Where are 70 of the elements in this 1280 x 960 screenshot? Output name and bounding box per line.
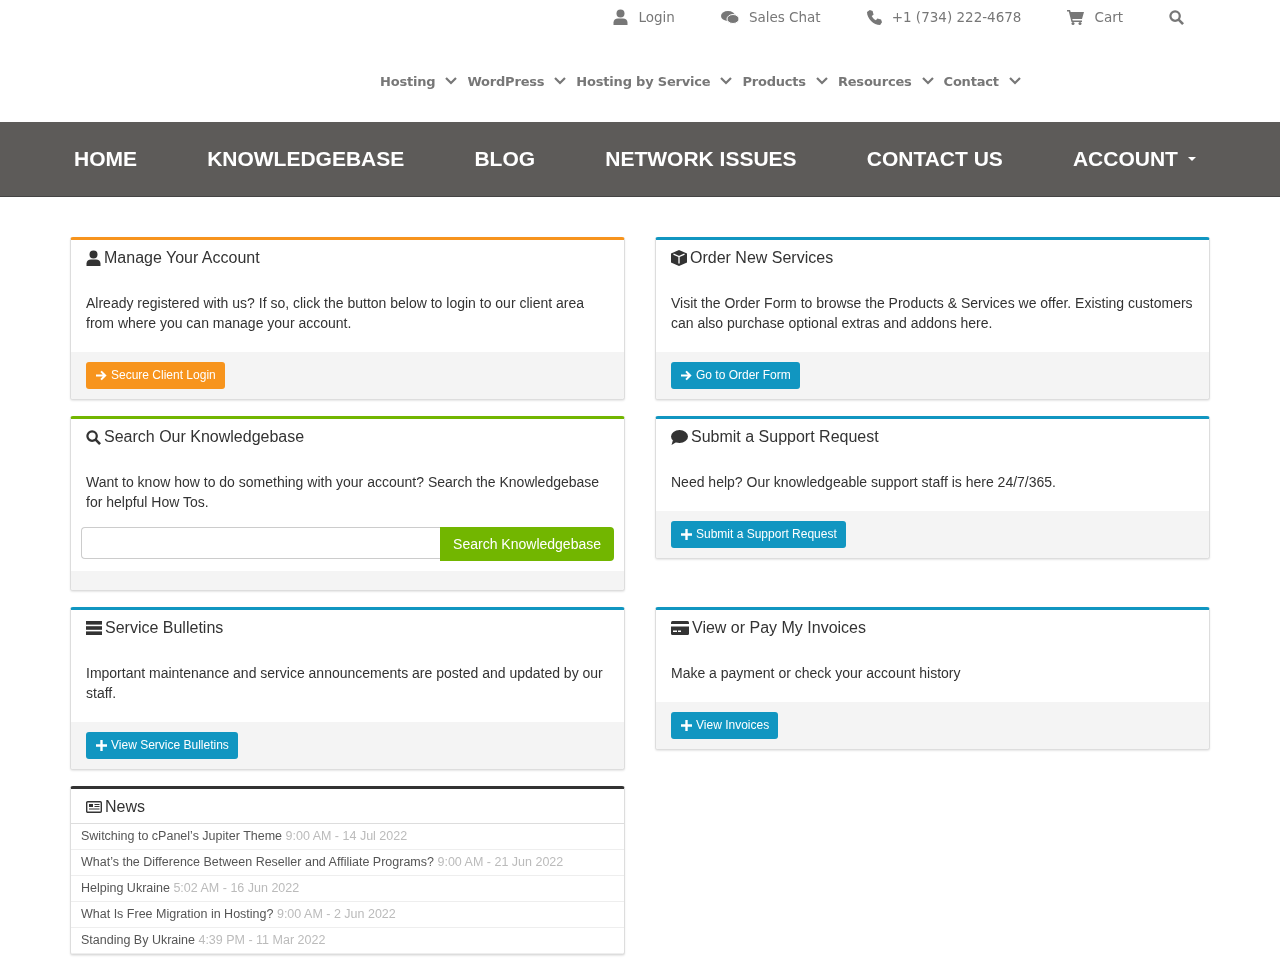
panel-button[interactable]: View Service Bulletins	[86, 732, 238, 759]
newspaper-icon	[86, 801, 102, 813]
panel-button[interactable]: Submit a Support Request	[671, 521, 846, 548]
panel-title: Submit a Support Request	[691, 428, 879, 446]
panel-text: Need help? Our knowledgeable support staff is here 24/7/365.	[670, 473, 1057, 492]
arrow-right-icon	[681, 369, 692, 381]
main-nav-link[interactable]: HOME	[74, 147, 137, 171]
panel-title: View or Pay My Invoices	[692, 619, 866, 637]
nav-menu-item[interactable]: WordPress	[467, 73, 567, 89]
main-nav-link[interactable]: BLOG	[474, 147, 536, 171]
chevron-down-icon	[1008, 77, 1021, 85]
chevron-down-icon	[720, 77, 733, 85]
panel-button[interactable]: View Invoices	[671, 712, 779, 739]
news-date: 4:39 PM - 11 Mar 2022	[198, 933, 326, 947]
user-icon	[86, 250, 101, 266]
top-link[interactable]: Sales Chat	[720, 9, 821, 25]
news-date: 5:02 AM - 16 Jun 2022	[173, 881, 300, 895]
main-nav-link[interactable]: KNOWLEDGEBASE	[207, 147, 405, 171]
top-link[interactable]: +1 (734) 222-4678	[866, 9, 1022, 25]
panel-text: Visit the Order Form to browse the Products & Services we offer. Existing customers can also purchase optional extras and addons here.	[670, 294, 1194, 333]
panel-title: Service Bulletins	[105, 619, 224, 637]
main-nav-link[interactable]: NETWORK ISSUES	[605, 147, 797, 171]
search-icon	[1169, 9, 1184, 25]
news-link[interactable]: Helping Ukraine	[81, 881, 170, 895]
search-icon	[86, 429, 101, 445]
news-link[interactable]: Standing By Ukraine	[81, 933, 195, 947]
panel-text: Already registered with us? If so, click the button below to login to our client area from where you can manage your account.	[85, 294, 586, 333]
news-link[interactable]: Switching to cPanel’s Jupiter Theme	[81, 829, 283, 843]
box-icon	[671, 250, 687, 266]
panel-text: Important maintenance and service announcements are posted and updated by our staff.	[85, 664, 604, 703]
chevron-down-icon	[445, 77, 458, 85]
news-date: 9:00 AM - 2 Jun 2022	[276, 907, 396, 921]
cart-icon	[1067, 9, 1085, 25]
top-link[interactable]: Cart	[1067, 9, 1123, 25]
nav-menu-item[interactable]: Contact	[943, 73, 1021, 89]
panel-button[interactable]: Secure Client Login	[86, 362, 225, 389]
main-nav-link[interactable]: ACCOUNT	[1072, 147, 1196, 171]
nav-menu-item[interactable]: Hosting	[380, 73, 458, 89]
news-link[interactable]: What’s the Difference Between Reseller and Affiliate Programs?	[81, 855, 434, 869]
phone-icon	[866, 9, 882, 25]
plus-icon	[681, 719, 692, 731]
panel-title: Search Our Knowledgebase	[104, 428, 305, 446]
server-list-icon	[86, 621, 102, 635]
chat-icon	[720, 9, 739, 25]
panel-text: Want to know how to do something with your account? Search the Knowledgebase for helpful How Tos.	[85, 473, 601, 512]
nav-menu-item[interactable]: Resources	[837, 73, 934, 89]
arrow-right-icon	[96, 369, 107, 381]
user-icon	[613, 9, 629, 25]
nav-menu-item[interactable]: Hosting by Service	[576, 73, 733, 89]
news-date: 9:00 AM - 21 Jun 2022	[437, 855, 564, 869]
panel-text: Make a payment or check your account history	[670, 664, 962, 683]
panel-button[interactable]: Go to Order Form	[671, 362, 800, 389]
news-date: 9:00 AM - 14 Jul 2022	[285, 829, 408, 843]
search-button[interactable]: Search Knowledgebase	[440, 527, 614, 561]
nav-menu-item[interactable]: Products	[742, 73, 828, 89]
chevron-down-icon	[815, 77, 828, 85]
main-nav-link[interactable]: CONTACT US	[866, 147, 1003, 171]
chevron-down-icon	[554, 77, 567, 85]
news-link[interactable]: What Is Free Migration in Hosting?	[81, 907, 274, 921]
search-field[interactable]	[81, 527, 441, 559]
comment-icon	[671, 429, 688, 445]
panel-title: News	[105, 798, 145, 816]
plus-icon	[681, 528, 692, 540]
chevron-down-icon	[921, 77, 934, 85]
top-link[interactable]: Login	[613, 9, 675, 25]
panel-title: Order New Services	[690, 249, 834, 267]
plus-icon	[96, 739, 107, 751]
panel-title: Manage Your Account	[104, 249, 260, 267]
search-button[interactable]	[1169, 9, 1184, 25]
credit-card-icon	[671, 621, 689, 635]
